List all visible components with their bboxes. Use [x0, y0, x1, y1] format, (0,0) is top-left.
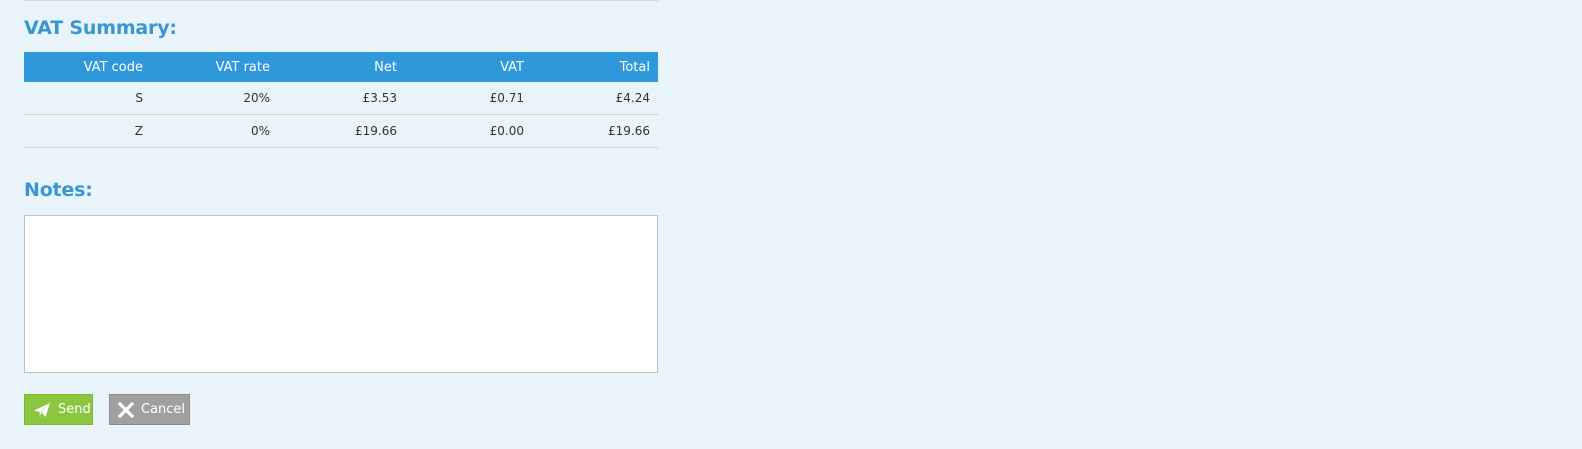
- table-row: S 20% £3.53 £0.71 £4.24: [24, 82, 658, 115]
- vat-code-cell: S: [24, 82, 151, 115]
- cancel-button[interactable]: Cancel: [109, 394, 190, 425]
- notes-title: Notes:: [24, 179, 93, 201]
- send-button-label: Send: [58, 402, 91, 417]
- total-cell: £4.24: [532, 82, 658, 115]
- invoice-page: VAT Summary: VAT code VAT rate Net VAT T…: [0, 0, 1582, 449]
- column-header-total: Total: [532, 52, 658, 82]
- send-button[interactable]: Send: [24, 394, 93, 425]
- column-header-vat-code: VAT code: [24, 52, 151, 82]
- vat-cell: £0.00: [405, 114, 532, 148]
- total-cell: £19.66: [532, 114, 658, 148]
- vat-cell: £0.71: [405, 82, 532, 115]
- table-row: Z 0% £19.66 £0.00 £19.66: [24, 114, 658, 148]
- column-header-vat-rate: VAT rate: [151, 52, 278, 82]
- table-header-row: VAT code VAT rate Net VAT Total: [24, 52, 658, 82]
- top-divider: [24, 0, 658, 1]
- vat-rate-cell: 20%: [151, 82, 278, 115]
- close-icon: [118, 401, 134, 419]
- column-header-net: Net: [278, 52, 405, 82]
- cancel-button-label: Cancel: [141, 402, 186, 417]
- net-cell: £19.66: [278, 114, 405, 148]
- vat-rate-cell: 0%: [151, 114, 278, 148]
- column-header-vat: VAT: [405, 52, 532, 82]
- vat-summary-table: VAT code VAT rate Net VAT Total S 20% £3…: [24, 52, 658, 148]
- notes-textarea[interactable]: [24, 215, 658, 373]
- vat-summary-title: VAT Summary:: [24, 17, 177, 39]
- paper-plane-icon: [33, 401, 51, 419]
- net-cell: £3.53: [278, 82, 405, 115]
- vat-code-cell: Z: [24, 114, 151, 148]
